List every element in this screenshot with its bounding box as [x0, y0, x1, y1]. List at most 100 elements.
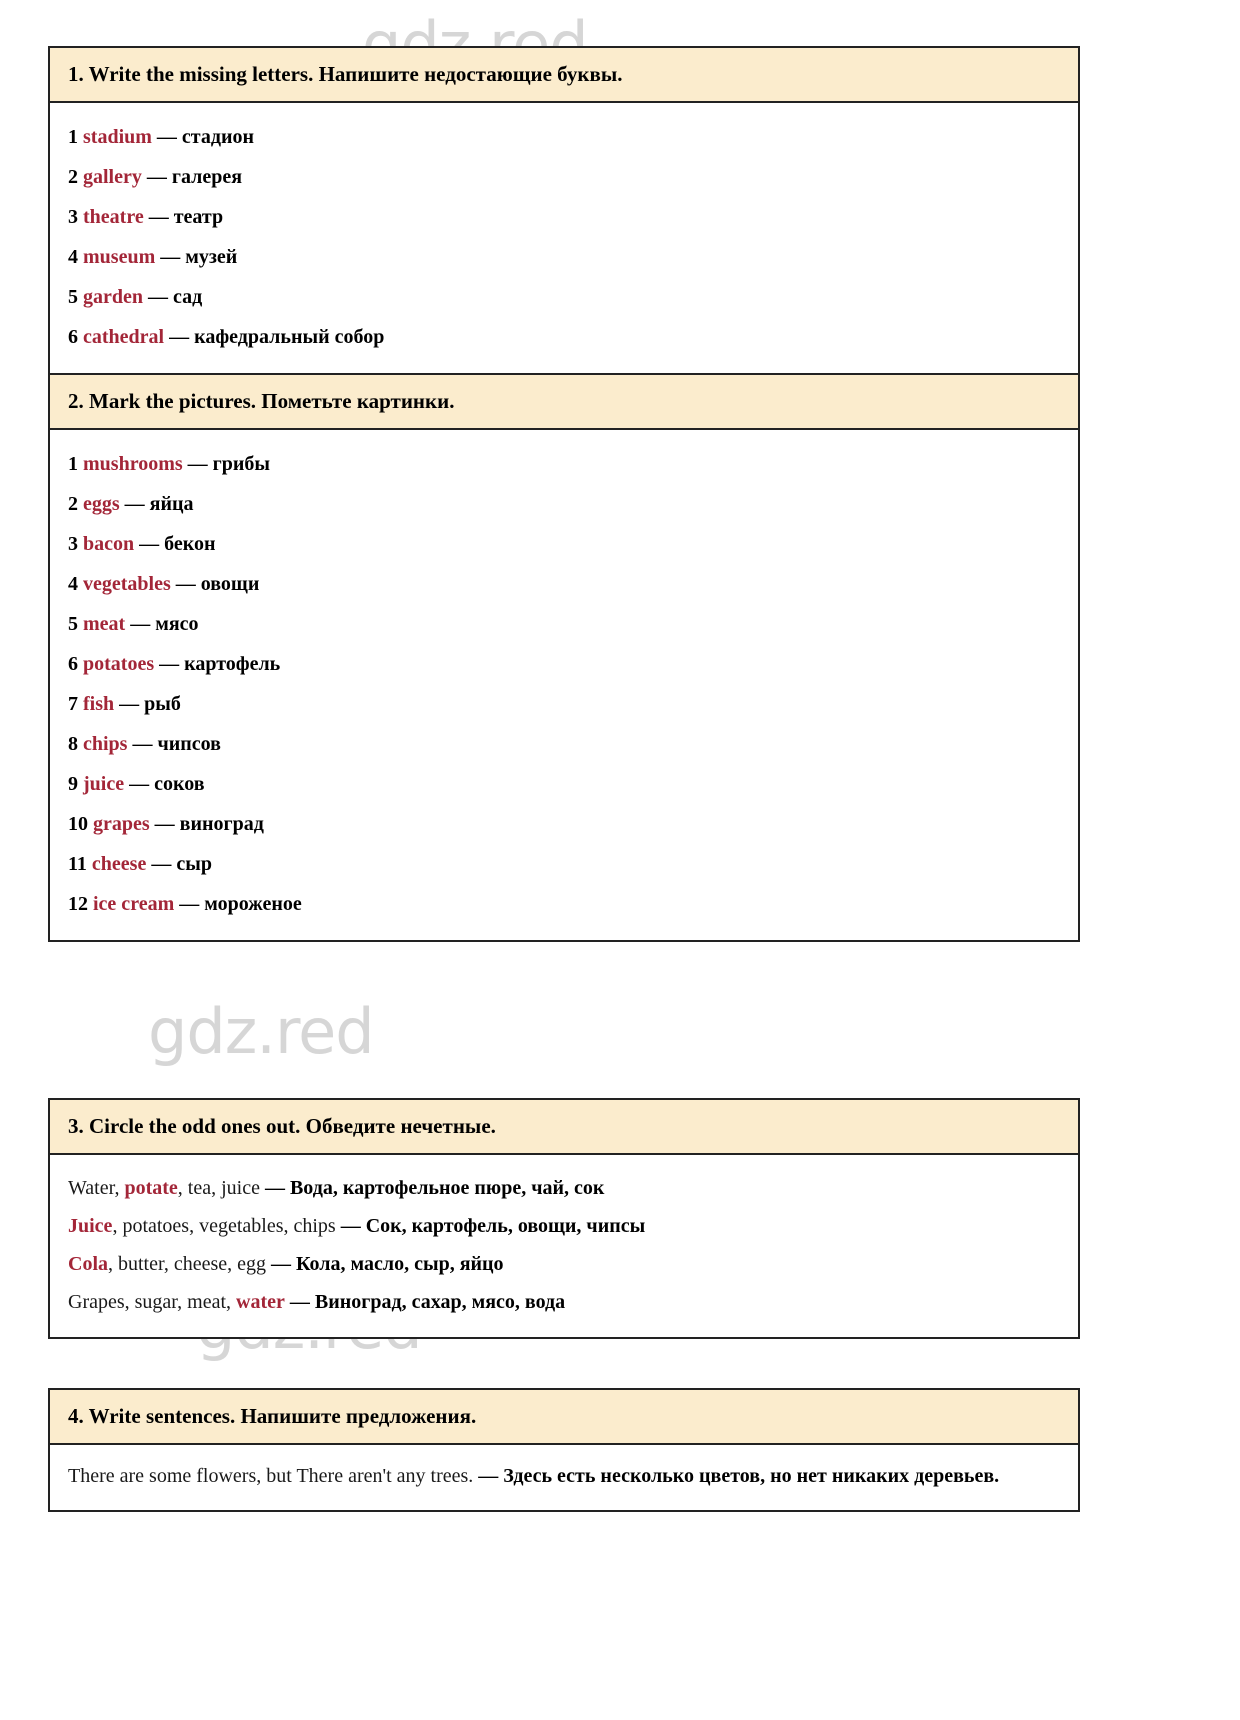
- odd-one-out-row: Cola, butter, cheese, egg — Кола, масло,…: [68, 1245, 1060, 1283]
- item-number: 10: [68, 813, 88, 836]
- english-word: gallery: [83, 166, 142, 189]
- word-series-suffix: , butter, cheese, egg: [108, 1253, 272, 1276]
- exercise-1-body: 1 stadium — стадион 2 gallery — галерея 3 …: [50, 103, 1078, 373]
- word-series-suffix: , potatoes, vegetables, chips: [112, 1215, 341, 1238]
- separator-dash: —: [179, 893, 200, 916]
- english-word: cathedral: [83, 326, 165, 349]
- russian-translation: грибы: [212, 453, 270, 476]
- english-word: potatoes: [83, 653, 155, 676]
- russian-sentence: Здесь есть несколько цветов, но нет ника…: [503, 1465, 1000, 1488]
- item-number: 8: [68, 733, 78, 756]
- vocabulary-item: 9 juice — соков: [68, 764, 1060, 804]
- vocabulary-item: 4 vegetables — овощи: [68, 564, 1060, 604]
- exercise-block-1-2: 1. Write the missing letters. Напишите н…: [48, 46, 1080, 943]
- item-number: 12: [68, 893, 88, 916]
- english-word: fish: [83, 693, 115, 716]
- vocabulary-item: 6 cathedral — кафедральный собор: [68, 317, 1060, 357]
- russian-translation: чипсов: [157, 733, 221, 756]
- russian-translation: Кола, масло, сыр, яйцо: [296, 1253, 504, 1276]
- separator-dash: —: [187, 453, 208, 476]
- exercise-2-header: 2. Mark the pictures. Пометьте картинки.: [50, 373, 1078, 431]
- english-word: vegetables: [83, 573, 171, 596]
- separator-dash: —: [119, 693, 140, 716]
- russian-translation: сыр: [176, 853, 212, 876]
- russian-translation: музей: [185, 246, 238, 269]
- odd-one-out-list: Water, potate, tea, juice — Вода, картоф…: [68, 1169, 1060, 1321]
- english-word: stadium: [83, 126, 152, 149]
- odd-word-highlight: water: [236, 1291, 285, 1314]
- exercise-1-header: 1. Write the missing letters. Напишите н…: [50, 48, 1078, 104]
- item-number: 6: [68, 653, 78, 676]
- item-number: 4: [68, 573, 78, 596]
- vocabulary-item: 6 potatoes — картофель: [68, 644, 1060, 684]
- item-number: 5: [68, 613, 78, 636]
- separator-dash: —: [156, 126, 177, 149]
- odd-word-highlight: potate: [124, 1177, 178, 1200]
- odd-word-highlight: Juice: [68, 1215, 113, 1238]
- item-number: 9: [68, 773, 78, 796]
- vocabulary-item: 5 garden — сад: [68, 277, 1060, 317]
- separator-dash: —: [271, 1253, 297, 1276]
- separator-dash: —: [151, 853, 172, 876]
- vocabulary-item: 1 stadium — стадион: [68, 117, 1060, 157]
- russian-translation: сад: [173, 286, 203, 309]
- word-series-suffix: , tea, juice: [177, 1177, 265, 1200]
- exercise-4-body: There are some flowers, but There aren't…: [50, 1445, 1078, 1510]
- item-number: 3: [68, 206, 78, 229]
- russian-translation: виноград: [179, 813, 264, 836]
- exercise-3-body: Water, potate, tea, juice — Вода, картоф…: [50, 1155, 1078, 1337]
- russian-translation: соков: [154, 773, 205, 796]
- russian-translation: мороженое: [204, 893, 302, 916]
- separator-dash: —: [139, 533, 160, 556]
- russian-translation: театр: [173, 206, 224, 229]
- vocabulary-item: 5 meat — мясо: [68, 604, 1060, 644]
- separator-dash: —: [264, 1177, 290, 1200]
- exercise-2-body: 1 mushrooms — грибы 2 eggs — яйца 3 bacon …: [50, 430, 1078, 940]
- item-number: 11: [68, 853, 87, 876]
- english-word: meat: [83, 613, 126, 636]
- exercise-block-3: 3. Circle the odd ones out. Обведите неч…: [48, 1098, 1080, 1340]
- vocabulary-item: 3 theatre — театр: [68, 197, 1060, 237]
- russian-translation: кафедральный собор: [194, 326, 385, 349]
- russian-translation: Виноград, сахар, мясо, вода: [314, 1291, 566, 1314]
- watermark: gdz.red: [148, 995, 375, 1068]
- item-number: 1: [68, 453, 78, 476]
- item-number: 2: [68, 166, 78, 189]
- english-word: bacon: [83, 533, 135, 556]
- english-word: theatre: [83, 206, 144, 229]
- russian-translation: Сок, картофель, овощи, чипсы: [365, 1215, 646, 1238]
- separator-dash: —: [129, 773, 150, 796]
- russian-translation: мясо: [155, 613, 199, 636]
- russian-translation: яйца: [149, 493, 194, 516]
- vocabulary-item: 10 grapes — виноград: [68, 804, 1060, 844]
- item-number: 6: [68, 326, 78, 349]
- english-word: garden: [83, 286, 143, 309]
- worksheet-page: gdz.red gdz.red gdz.red gdz.red gdz.red …: [0, 0, 1240, 1720]
- exercise-4-header: 4. Write sentences. Напишите предложения…: [50, 1390, 1078, 1446]
- russian-translation: стадион: [181, 126, 255, 149]
- english-word: ice cream: [93, 893, 175, 916]
- odd-one-out-row: Juice, potatoes, vegetables, chips — Сок…: [68, 1207, 1060, 1245]
- separator-dash: —: [132, 733, 153, 756]
- vocabulary-item: 8 chips — чипсов: [68, 724, 1060, 764]
- separator-dash: —: [130, 613, 151, 636]
- vocabulary-item: 1 mushrooms — грибы: [68, 444, 1060, 484]
- russian-translation: Вода, картофельное пюре, чай, сок: [289, 1177, 605, 1200]
- separator-dash: —: [146, 166, 167, 189]
- vocabulary-item: 7 fish — рыб: [68, 684, 1060, 724]
- odd-word-highlight: Cola: [68, 1253, 108, 1276]
- separator-dash: —: [148, 206, 169, 229]
- answer-sentence: There are some flowers, but There aren't…: [68, 1459, 1060, 1494]
- vocabulary-item: 2 gallery — галерея: [68, 157, 1060, 197]
- separator-dash: —: [175, 573, 196, 596]
- english-word: grapes: [93, 813, 150, 836]
- russian-translation: картофель: [184, 653, 281, 676]
- english-word: juice: [83, 773, 125, 796]
- item-number: 4: [68, 246, 78, 269]
- separator-dash: —: [340, 1215, 366, 1238]
- english-word: cheese: [91, 853, 147, 876]
- separator-dash: —: [159, 653, 180, 676]
- russian-translation: галерея: [171, 166, 243, 189]
- russian-translation: овощи: [200, 573, 260, 596]
- vocabulary-item: 11 cheese — сыр: [68, 844, 1060, 884]
